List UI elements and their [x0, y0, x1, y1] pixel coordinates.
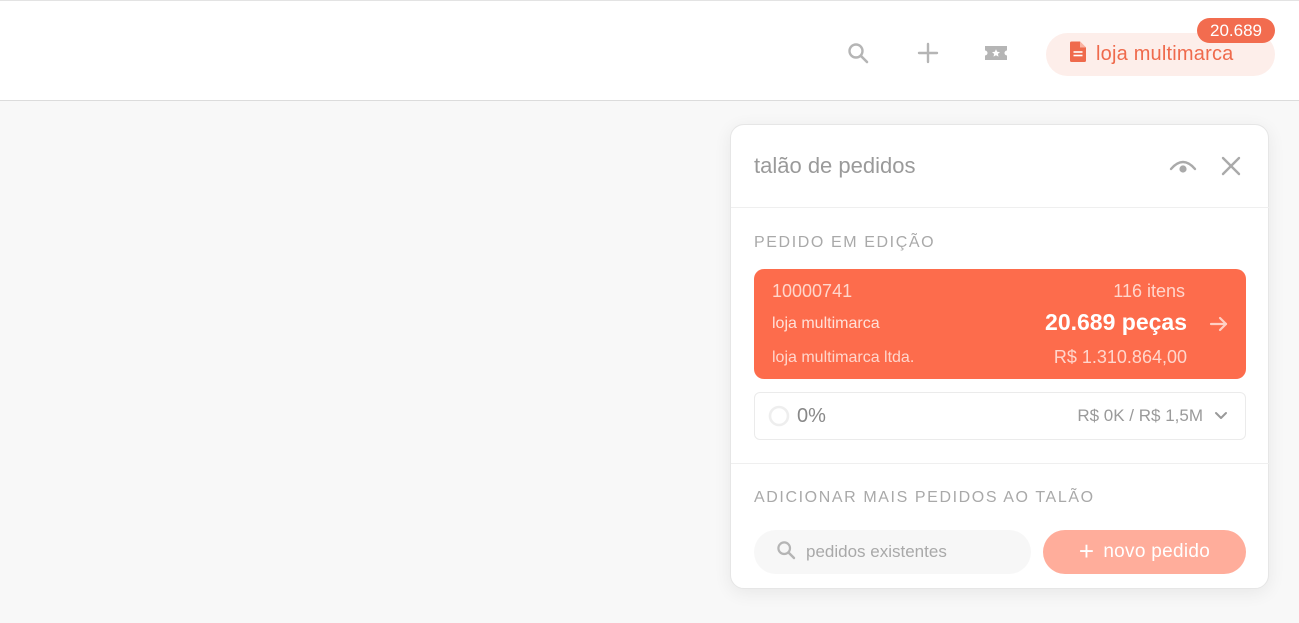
document-icon: [1069, 41, 1087, 68]
top-bar: loja multimarca 20.689: [0, 0, 1299, 101]
existing-orders-search-input[interactable]: pedidos existentes: [754, 530, 1031, 574]
current-order-card[interactable]: 10000741 116 itens loja multimarca 20.68…: [754, 269, 1246, 379]
eye-icon[interactable]: [1168, 153, 1198, 179]
add-orders-section-label: ADICIONAR MAIS PEDIDOS AO TALÃO: [754, 489, 1095, 506]
divider: [731, 207, 1270, 208]
progress-ring-icon: [768, 405, 790, 427]
close-icon[interactable]: [1218, 153, 1244, 179]
order-item-count: 116 itens: [1113, 281, 1185, 301]
order-pieces: 20.689 peças: [1045, 309, 1187, 335]
chevron-down-icon: [1213, 408, 1229, 424]
arrow-right-icon[interactable]: [1208, 313, 1230, 335]
divider: [731, 463, 1270, 464]
progress-percent: 0%: [797, 405, 826, 427]
order-store: loja multimarca: [772, 315, 880, 332]
order-number: 10000741: [772, 281, 853, 301]
editing-section-label: PEDIDO EM EDIÇÃO: [754, 234, 936, 251]
order-company: loja multimarca ltda.: [772, 349, 915, 366]
new-order-button[interactable]: + novo pedido: [1043, 530, 1246, 574]
plus-icon[interactable]: [914, 39, 942, 67]
order-pad-panel: talão de pedidos PEDIDO EM EDIÇÃO 100007…: [730, 124, 1270, 589]
panel-title: talão de pedidos: [754, 153, 916, 178]
cart-count-badge: 20.689: [1197, 18, 1275, 43]
new-order-label: novo pedido: [1103, 541, 1211, 562]
ticket-icon[interactable]: [982, 39, 1010, 67]
store-label: loja multimarca: [1096, 43, 1234, 65]
order-value: R$ 1.310.864,00: [1053, 347, 1187, 367]
budget-progress-dropdown[interactable]: 0% R$ 0K / R$ 1,5M: [754, 392, 1246, 440]
search-placeholder: pedidos existentes: [806, 542, 947, 561]
search-icon[interactable]: [844, 39, 872, 67]
search-icon: [776, 540, 796, 565]
budget-value: R$ 0K / R$ 1,5M: [1077, 406, 1203, 425]
plus-icon: +: [1078, 535, 1095, 566]
